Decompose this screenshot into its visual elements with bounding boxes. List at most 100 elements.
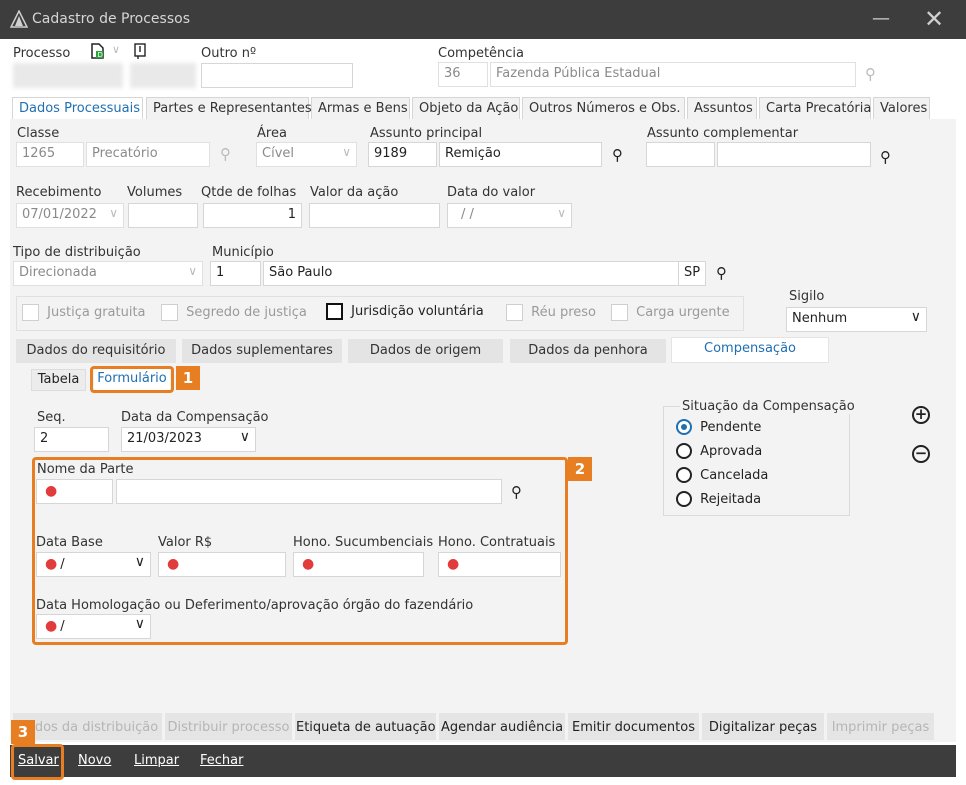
novo-button[interactable]: Novo <box>78 753 111 768</box>
assunto-code-field[interactable]: 9189 <box>368 142 437 167</box>
municipio-name-field[interactable]: São Paulo <box>263 261 679 286</box>
checkbox-icon <box>161 304 178 321</box>
tab-carta-precatoria[interactable]: Carta Precatória <box>759 97 871 119</box>
classe-search-icon[interactable]: ⚲ <box>220 145 231 163</box>
outro-numero-field[interactable] <box>201 63 353 88</box>
homologacao-date[interactable]: ● / ∨ <box>36 614 151 639</box>
remove-icon[interactable]: − <box>912 445 930 463</box>
valor-field[interactable]: ● <box>158 552 286 577</box>
classe-name-field: Precatório <box>86 142 210 167</box>
limpar-button[interactable]: Limpar <box>134 753 179 768</box>
chevron-down-icon: ∨ <box>342 145 351 159</box>
fechar-button[interactable]: Fechar <box>200 753 243 768</box>
subtab-compensacao[interactable]: Compensação Tributária <box>671 337 829 378</box>
tab-partes[interactable]: Partes e Representantes <box>146 97 312 119</box>
tab-assuntos[interactable]: Assuntos <box>687 97 757 119</box>
imprimir-pecas-button[interactable]: Imprimir peças <box>827 713 934 740</box>
seq-field[interactable]: 2 <box>34 427 109 452</box>
subtab-penhora[interactable]: Dados da penhora <box>510 339 666 363</box>
bookmark-icon[interactable] <box>133 43 147 59</box>
tab-formulario[interactable]: Formulário <box>94 369 170 390</box>
sigilo-label: Sigilo <box>789 289 825 304</box>
tab-dados-processuais[interactable]: Dados Processuais <box>12 97 143 119</box>
assunto-comp-search-icon[interactable]: ⚲ <box>880 148 891 166</box>
valor-label: Valor R$ <box>158 535 213 550</box>
reu-preso-checkbox[interactable]: Réu preso <box>506 304 596 321</box>
tab-outros-numeros[interactable]: Outros Números e Obs. <box>522 97 685 119</box>
radio-aprovada[interactable]: Aprovada <box>676 443 762 459</box>
processo-digit-field[interactable]: 000 <box>130 63 196 88</box>
data-compensacao-date[interactable]: 21/03/2023 ∨ <box>121 427 256 452</box>
valor-acao-field[interactable] <box>309 203 440 228</box>
checkbox-icon <box>22 304 39 321</box>
radio-cancelada[interactable]: Cancelada <box>676 467 768 483</box>
checkbox-icon <box>506 304 523 321</box>
highlight-salvar <box>11 744 64 780</box>
volumes-field[interactable] <box>128 203 198 228</box>
new-document-icon[interactable]: D <box>90 42 106 60</box>
assunto-name-field[interactable]: Remição <box>439 142 602 167</box>
hono-sucumbenciais-field[interactable]: ● <box>293 552 424 577</box>
jurisdicao-voluntaria-checkbox[interactable]: Jurisdição voluntária <box>326 303 484 320</box>
competencia-label: Competência <box>438 46 525 61</box>
tab-valores[interactable]: Valores <box>873 97 930 119</box>
processo-label: Processo <box>13 46 71 61</box>
distribuir-processo-button[interactable]: Distribuir processo <box>165 713 292 740</box>
assunto-comp-name-field[interactable] <box>717 142 871 167</box>
processo-number-field[interactable]: 0000000 <box>13 63 123 88</box>
nome-parte-name-field[interactable] <box>116 479 502 504</box>
agendar-audiencia-button[interactable]: Agendar audiência <box>439 713 565 740</box>
radio-rejeitada[interactable]: Rejeitada <box>676 491 761 507</box>
data-base-date[interactable]: ● / ∨ <box>36 552 151 577</box>
subtab-suplementares[interactable]: Dados suplementares <box>182 339 342 363</box>
situacao-option-label: Pendente <box>700 419 762 435</box>
dados-distribuicao-button[interactable]: Dados da distribuição <box>13 713 162 740</box>
reu-preso-label: Réu preso <box>531 305 596 320</box>
carga-urgente-label: Carga urgente <box>636 305 730 320</box>
subtab-requisitorio[interactable]: Dados do requisitório <box>16 339 176 363</box>
hono-contratuais-field[interactable]: ● <box>438 552 561 577</box>
homologacao-value: / <box>60 619 65 634</box>
etiqueta-autuacao-button[interactable]: Etiqueta de autuação <box>295 713 436 740</box>
justica-gratuita-label: Justiça gratuita <box>47 305 146 320</box>
app-logo-icon <box>10 10 28 28</box>
search-icon[interactable]: ⚲ <box>865 65 876 83</box>
radio-pendente[interactable]: Pendente <box>676 419 761 435</box>
emitir-documentos-button[interactable]: Emitir documentos <box>568 713 699 740</box>
nome-parte-code-field[interactable]: ● <box>36 479 113 504</box>
subtab-origem[interactable]: Dados de origem <box>348 339 503 363</box>
chevron-down-icon[interactable]: ∨ <box>557 206 566 220</box>
area-label: Área <box>257 126 287 141</box>
folhas-field[interactable]: 1 <box>203 203 302 228</box>
tab-armas[interactable]: Armas e Bens <box>311 97 410 119</box>
justica-gratuita-checkbox[interactable]: Justiça gratuita <box>22 304 146 321</box>
segredo-justica-checkbox[interactable]: Segredo de justiça <box>161 304 307 321</box>
situacao-option-label: Aprovada <box>700 443 763 459</box>
data-valor-date[interactable]: / / ∨ <box>447 203 572 228</box>
municipio-uf-field: SP <box>678 261 706 286</box>
chevron-down-icon: ∨ <box>134 616 145 632</box>
municipio-code-field[interactable]: 1 <box>210 261 261 286</box>
carga-urgente-checkbox[interactable]: Carga urgente <box>611 304 730 321</box>
assunto-comp-code-field[interactable] <box>646 142 715 167</box>
volumes-label: Volumes <box>127 185 183 200</box>
municipio-search-icon[interactable]: ⚲ <box>716 264 727 282</box>
sigilo-select[interactable]: Nenhum ∨ <box>786 307 927 332</box>
assunto-search-icon[interactable]: ⚲ <box>612 146 623 164</box>
area-value: Cível <box>262 146 294 161</box>
chevron-down-icon: ∨ <box>109 206 118 220</box>
distribuicao-label: Tipo de distribuição <box>13 245 141 260</box>
nome-parte-search-icon[interactable]: ⚲ <box>511 483 522 501</box>
assunto-label: Assunto principal <box>370 126 483 141</box>
outro-numero-label: Outro nº <box>201 46 257 61</box>
close-icon[interactable]: ✕ <box>914 2 954 36</box>
data-base-label: Data Base <box>36 535 103 550</box>
tab-tabela[interactable]: Tabela <box>31 369 86 391</box>
tab-objeto[interactable]: Objeto da Ação <box>412 97 520 119</box>
minimize-icon[interactable]: — <box>862 2 900 36</box>
add-icon[interactable]: + <box>912 406 930 424</box>
digitalizar-pecas-button[interactable]: Digitalizar peças <box>702 713 824 740</box>
recebimento-label: Recebimento <box>16 185 102 200</box>
chevron-down-icon[interactable]: ∨ <box>112 43 120 56</box>
recebimento-date: 07/01/2022 ∨ <box>16 203 124 228</box>
